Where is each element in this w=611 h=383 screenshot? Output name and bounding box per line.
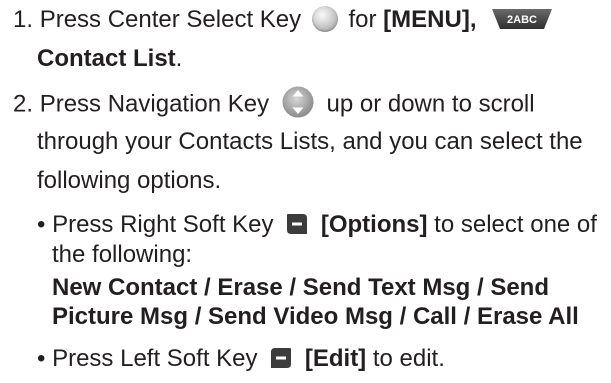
right-soft-key-graphic — [287, 213, 308, 234]
bullet1-text-b: to select one of — [434, 211, 597, 238]
edit-label: [Edit] — [304, 345, 367, 372]
contact-list-label: Contact List — [37, 45, 176, 72]
options-list-text2: Picture Msg / Send Video Msg / Call / Er… — [52, 303, 579, 330]
bullet1-text-a: Press Right Soft Key — [52, 211, 274, 238]
step1-period: . — [175, 45, 183, 72]
step1-number: 1. — [13, 6, 34, 33]
options-label: [Options] — [320, 211, 428, 238]
two-abc-key-icon: 2ABC — [491, 8, 553, 30]
bullet2-marker: • — [37, 345, 46, 372]
right-soft-key-icon — [286, 213, 308, 235]
step2-line3-text: following options. — [37, 167, 222, 194]
options-list-text1: New Contact / Erase / Send Text Msg / Se… — [52, 274, 550, 301]
bullet2-text-b: to edit. — [372, 345, 445, 372]
options-list-line1: New Contact / Erase / Send Text Msg / Se… — [52, 274, 549, 302]
step2-line2-text: through your Contacts Lists, and you can… — [37, 128, 583, 155]
bullet2-text-a: Press Left Soft Key — [52, 345, 258, 372]
step1-text-b: for — [348, 6, 377, 33]
step2-number: 2. — [13, 90, 34, 118]
step1-text-a: Press Center Select Key — [39, 6, 302, 33]
step2-line2: through your Contacts Lists, and you can… — [37, 128, 583, 156]
step1-line2: Contact List. — [37, 45, 182, 73]
step2-text-b: up or down to scroll — [326, 90, 535, 118]
bullet1-line2: the following: — [52, 241, 192, 269]
left-soft-key-icon — [270, 347, 292, 369]
step2-line3: following options. — [37, 167, 221, 195]
bullet1-line2-text: the following: — [52, 241, 193, 268]
bullet1-marker: • — [37, 211, 46, 238]
navigation-key-graphic — [282, 86, 314, 118]
step2-line1: 2. Press Navigation Key up or down to sc… — [13, 86, 535, 121]
menu-label: [MENU], — [383, 6, 477, 33]
navigation-key-icon — [282, 86, 314, 118]
center-select-key-icon — [311, 5, 338, 32]
options-list-line2: Picture Msg / Send Video Msg / Call / Er… — [52, 303, 579, 331]
two-abc-key-graphic: 2ABC — [492, 8, 553, 29]
step1-line1: 1. Press Center Select Key for [MENU], 2… — [13, 5, 553, 34]
key-label: 2ABC — [507, 14, 537, 26]
step2-text-a: Press Navigation Key — [39, 90, 270, 118]
left-soft-key-graphic — [271, 347, 292, 368]
bullet1-line1: • Press Right Soft Key [Options] to sele… — [37, 211, 597, 239]
bullet2-line1: • Press Left Soft Key [Edit] to edit. — [37, 345, 445, 373]
